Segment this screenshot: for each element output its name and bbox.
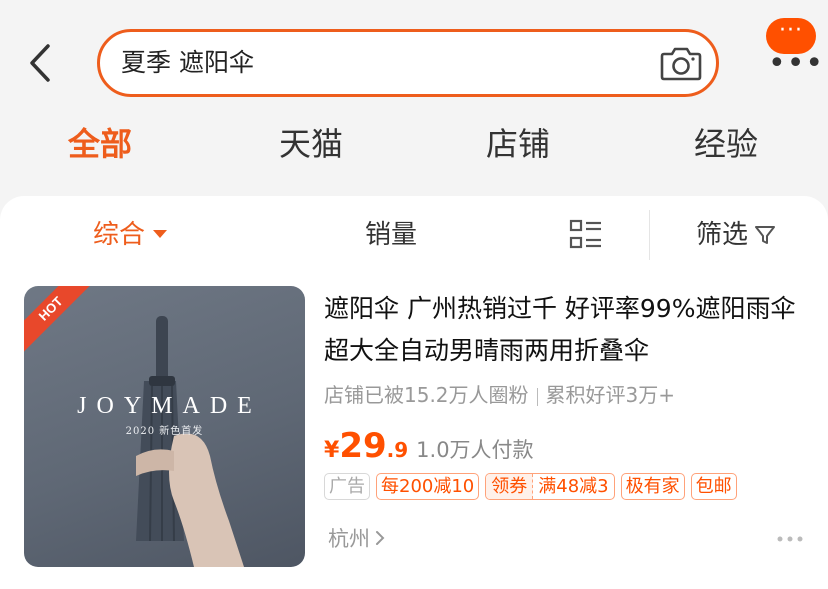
ad-tag: 广告 — [324, 473, 370, 500]
chevron-right-icon — [376, 531, 385, 545]
product-card[interactable]: HOT JOYMADE 2020 新色首发 遮阳伞 广州热销过千 好评率99%遮… — [0, 286, 828, 586]
discount-tag: 每200减10 — [376, 473, 480, 500]
price-decimal: .9 — [386, 438, 409, 462]
filter-button[interactable]: 筛选 — [696, 216, 776, 254]
promo-tags: 广告 每200减10 领券 满48减3 极有家 包邮 — [324, 473, 743, 503]
coupon-value: 满48减3 — [538, 476, 609, 497]
camera-icon[interactable] — [660, 44, 702, 82]
product-image[interactable]: HOT JOYMADE 2020 新色首发 — [24, 286, 305, 567]
image-brand-text: JOYMADE — [77, 393, 262, 419]
location-link[interactable]: 杭州 — [328, 524, 386, 554]
search-query-text: 夏季 遮阳伞 — [121, 48, 254, 77]
paid-count: 1.0万人付款 — [416, 438, 534, 462]
sort-comprehensive-label: 综合 — [93, 220, 146, 250]
tab-experience[interactable]: 经验 — [694, 122, 758, 166]
back-icon[interactable] — [22, 40, 58, 86]
sort-divider — [649, 210, 650, 260]
image-subtitle: 2020 新色首发 — [125, 426, 204, 437]
product-title[interactable]: 遮阳伞 广州热销过千 好评率99%遮阳雨伞超大全自动男晴雨两用折叠伞 — [324, 288, 804, 372]
sort-comprehensive[interactable]: 综合 — [93, 216, 168, 254]
category-tabs: 全部 天猫 店铺 经验 — [0, 112, 828, 176]
free-shipping-tag: 包邮 — [690, 473, 737, 500]
item-more-icon[interactable] — [775, 532, 805, 546]
more-dots-icon: ••• — [768, 46, 825, 81]
top-bar: 夏季 遮阳伞 ··· ••• — [0, 0, 828, 110]
tab-tmall[interactable]: 天猫 — [279, 122, 343, 166]
location-text: 杭州 — [328, 527, 370, 551]
price-integer: 29 — [339, 426, 387, 466]
search-input[interactable]: 夏季 遮阳伞 — [97, 29, 719, 97]
coupon-tag[interactable]: 领券 满48减3 — [485, 473, 615, 500]
more-menu-button[interactable]: ··· ••• — [766, 18, 825, 81]
review-count: 累积好评3万+ — [545, 383, 676, 407]
results-card: 综合 销量 筛选 HOT JOYMADE 2020 新色首发 遮阳伞 广州热销过… — [0, 196, 828, 589]
shop-info: 店铺已被15.2万人圈粉 累积好评3万+ — [324, 379, 675, 411]
shop-followers: 店铺已被15.2万人圈粉 — [324, 383, 529, 407]
filter-funnel-icon — [755, 225, 776, 244]
sort-bar: 综合 销量 筛选 — [0, 196, 828, 276]
price-row: ¥29.9 1.0万人付款 — [324, 426, 534, 468]
tab-all[interactable]: 全部 — [68, 122, 132, 166]
sort-sales[interactable]: 销量 — [365, 216, 417, 254]
store-type-tag: 极有家 — [620, 473, 685, 500]
filter-label: 筛选 — [696, 220, 749, 250]
tab-shops[interactable]: 店铺 — [486, 122, 550, 166]
list-layout-icon[interactable] — [568, 218, 604, 252]
currency-symbol: ¥ — [324, 438, 340, 463]
divider — [536, 387, 538, 406]
caret-down-icon — [153, 229, 168, 238]
coupon-label: 领券 — [486, 474, 534, 499]
